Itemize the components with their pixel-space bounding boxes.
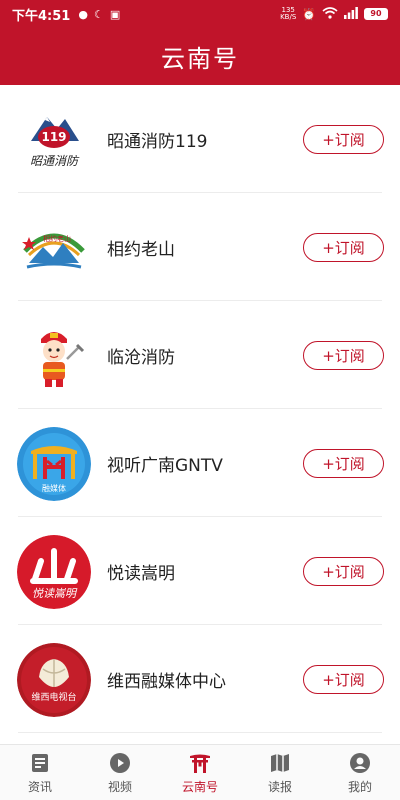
tab-label: 云南号 [181,779,218,794]
list-item[interactable]: 融媒体 视听广南GNTV +订阅 [0,409,400,517]
svg-text:融媒体: 融媒体 [42,483,66,493]
svg-text:相约老山: 相约老山 [43,234,71,243]
list-item[interactable]: 悦读嵩明 悦读嵩明 +订阅 [0,517,400,625]
wifi-icon [322,6,338,22]
moon-icon: ☾ [93,7,104,21]
signal-icon [344,6,358,22]
list-item[interactable]: 维西电视台 维西融媒体中心 +订阅 [0,625,400,733]
video-icon [110,752,130,773]
subscribe-button[interactable]: +订阅 [303,448,384,478]
user-icon [350,752,370,773]
subscribe-button[interactable]: +订阅 [303,340,384,370]
account-name: 视听广南GNTV [107,455,223,476]
account-logo-laoshan: 相约老山 [17,211,91,285]
tab-label: 我的 [347,779,372,794]
page-title: 云南号 [161,45,239,73]
tab-yunnanhao[interactable]: 云南号 [160,745,240,800]
subscribe-button[interactable]: +订阅 [303,232,384,262]
tab-video[interactable]: 视频 [80,745,160,800]
tab-label: 视频 [107,779,132,794]
tab-mine[interactable]: 我的 [320,745,400,800]
alarm-icon: ⏰ [302,7,316,21]
tab-news[interactable]: 资讯 [0,745,80,800]
account-list: 119 昭通消防 昭通消防119 +订阅 相约老山 相约老山 +订阅 临沧消防 … [0,85,400,733]
subscribe-button[interactable]: +订阅 [303,124,384,154]
account-name: 昭通消防119 [107,131,208,152]
account-name: 临沧消防 [107,347,175,368]
map-book-icon [271,753,289,772]
news-icon [32,753,48,772]
account-logo-guangnan: 融媒体 [17,427,91,501]
account-name: 相约老山 [107,239,175,260]
list-item[interactable]: 119 昭通消防 昭通消防119 +订阅 [0,85,400,193]
gate-icon [190,754,210,773]
chat-icon: ● [78,7,88,21]
status-bar: 下午4:51 ● ☾ ▣ 135 KB/S ⏰ 90 [0,0,400,28]
tab-newspaper[interactable]: 读报 [240,745,320,800]
tab-label: 资讯 [27,779,52,794]
tab-label: 读报 [267,779,292,794]
subscribe-button[interactable]: +订阅 [303,556,384,586]
subscribe-button[interactable]: +订阅 [303,664,384,694]
bottom-tab-bar: 资讯 视频 云南号 读报 我的 [0,744,400,800]
list-item[interactable]: 临沧消防 +订阅 [0,301,400,409]
network-speed: 135 KB/S [280,6,297,21]
svg-text:维西电视台: 维西电视台 [31,691,76,703]
notification-icon: ▣ [109,7,121,21]
battery-indicator: 90 [364,8,388,20]
account-name: 维西融媒体中心 [107,671,226,692]
svg-text:119: 119 [41,130,66,144]
account-logo-lincang [17,319,91,393]
account-logo-zhaotong: 119 昭通消防 [17,103,91,177]
account-name: 悦读嵩明 [107,563,175,584]
list-item[interactable]: 相约老山 相约老山 +订阅 [0,193,400,301]
account-logo-weixi: 维西电视台 [17,643,91,717]
app-header: 云南号 [0,28,400,85]
svg-text:昭通消防: 昭通消防 [30,154,80,168]
svg-text:悦读嵩明: 悦读嵩明 [32,587,78,600]
account-logo-songming: 悦读嵩明 [17,535,91,609]
status-time: 下午4:51 [12,8,71,24]
